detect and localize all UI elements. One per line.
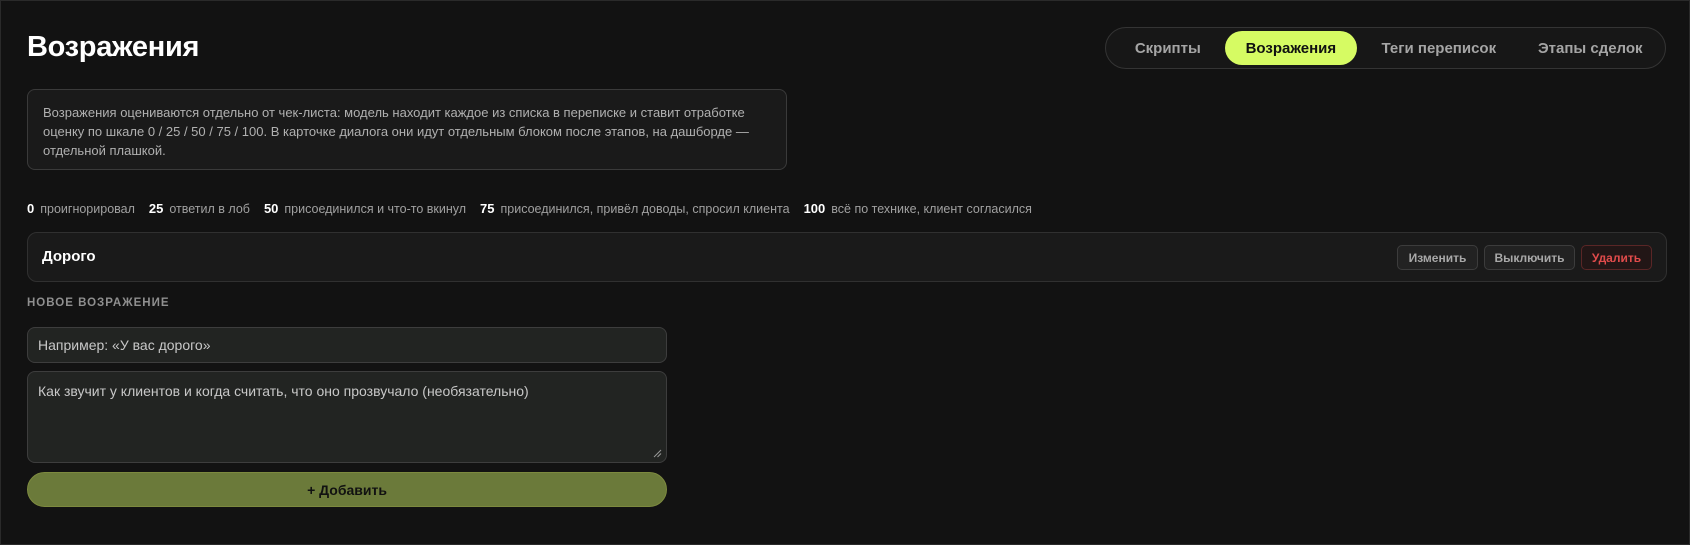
tab-objections[interactable]: Возражения — [1224, 31, 1358, 65]
app-window: Возражения Скрипты Возражения Теги переп… — [0, 0, 1690, 545]
scale-score: 50 — [263, 201, 279, 216]
tab-scripts[interactable]: Скрипты — [1111, 31, 1225, 65]
info-note: Возражения оцениваются отдельно от чек-л… — [27, 89, 787, 170]
scale-score: 100 — [803, 201, 826, 216]
scale-score: 25 — [148, 201, 164, 216]
add-objection-button[interactable]: + Добавить — [27, 472, 667, 507]
scale-item: 25 ответил в лоб — [149, 201, 250, 216]
objection-description-textarea[interactable]: Как звучит у клиентов и когда считать, ч… — [27, 371, 667, 463]
page-title: Возражения — [27, 31, 200, 63]
objection-description-placeholder: Как звучит у клиентов и когда считать, ч… — [38, 383, 529, 399]
tab-chat-tags[interactable]: Теги переписок — [1357, 31, 1520, 65]
scale-label: присоединился, привёл доводы, спросил кл… — [500, 202, 790, 216]
score-scale-legend: 0 проигнорировал 25 ответил в лоб 50 при… — [27, 201, 1046, 216]
scale-score: 75 — [480, 201, 495, 216]
delete-button[interactable]: Удалить — [1581, 245, 1652, 270]
resize-grip-icon[interactable] — [652, 448, 662, 458]
disable-button[interactable]: Выключить — [1484, 245, 1575, 270]
objection-name: Дорого — [42, 248, 96, 265]
scale-item: 75 присоединился, привёл доводы, спросил… — [480, 201, 790, 216]
objection-actions: Изменить Выключить Удалить — [1391, 245, 1652, 270]
scale-label: проигнорировал — [40, 202, 135, 216]
section-tabs: Скрипты Возражения Теги переписок Этапы … — [1105, 27, 1666, 69]
scale-item: 100 всё по технике, клиент согласился — [804, 201, 1032, 216]
scale-label: ответил в лоб — [169, 202, 250, 216]
objection-name-placeholder: Например: «У вас дорого» — [38, 337, 211, 353]
objection-row: Дорого Изменить Выключить Удалить — [27, 232, 1667, 282]
objection-name-input[interactable]: Например: «У вас дорого» — [27, 327, 667, 363]
scale-label: всё по технике, клиент согласился — [831, 202, 1032, 216]
edit-button[interactable]: Изменить — [1397, 245, 1478, 270]
tab-deal-stages[interactable]: Этапы сделок — [1521, 31, 1660, 65]
scale-score: 0 — [27, 201, 35, 216]
scale-label: присоединился и что-то вкинул — [284, 202, 467, 216]
scale-item: 50 присоединился и что-то вкинул — [264, 201, 466, 216]
scale-item: 0 проигнорировал — [27, 201, 135, 216]
new-objection-heading: НОВОЕ ВОЗРАЖЕНИЕ — [27, 297, 170, 309]
